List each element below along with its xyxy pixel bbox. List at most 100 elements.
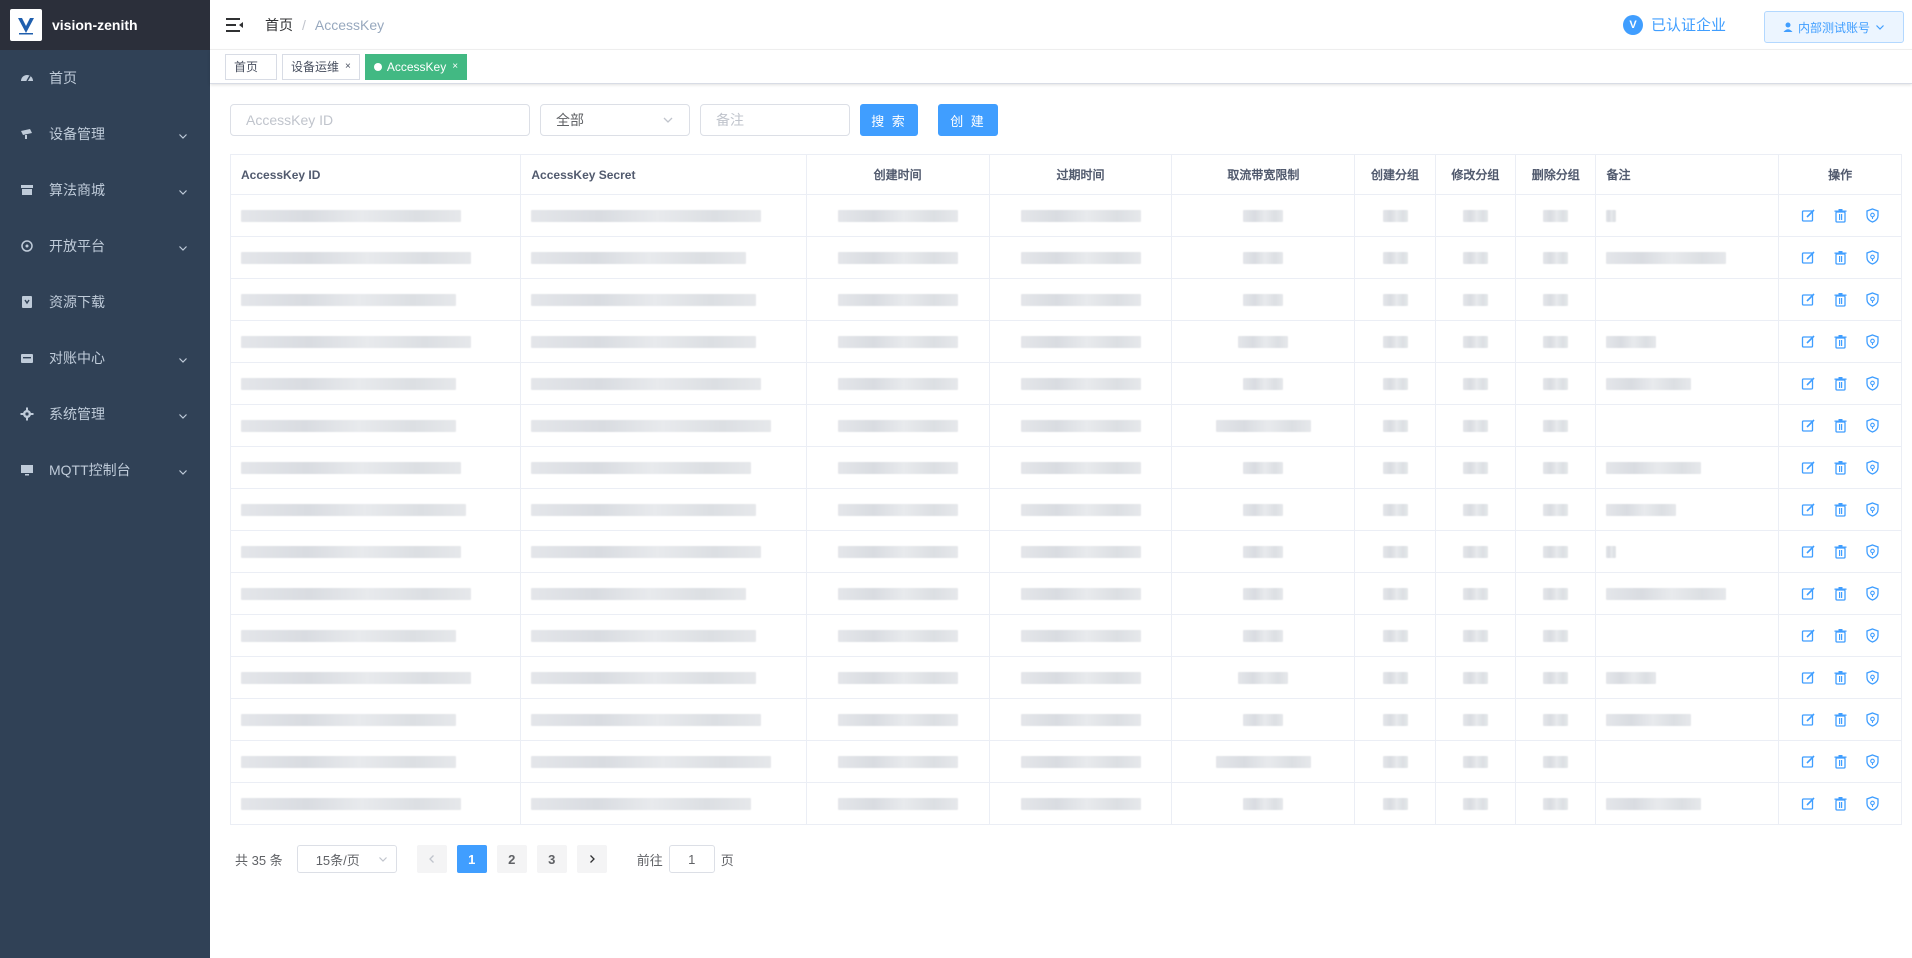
table-cell bbox=[229, 404, 522, 447]
table-cell bbox=[1171, 236, 1356, 279]
prev-page-button[interactable] bbox=[416, 845, 447, 873]
delete-icon[interactable] bbox=[1831, 333, 1849, 351]
shield-icon[interactable] bbox=[1863, 333, 1881, 351]
table-cell bbox=[1434, 614, 1517, 657]
delete-icon[interactable] bbox=[1831, 375, 1849, 393]
shield-icon[interactable] bbox=[1863, 585, 1881, 603]
row-actions bbox=[1778, 530, 1902, 573]
content: AccessKey ID 全部 备注 搜 索 创 建 AccessKey ID A… bbox=[210, 84, 1912, 873]
edit-icon[interactable] bbox=[1799, 543, 1817, 561]
delete-icon[interactable] bbox=[1831, 795, 1849, 813]
shield-icon[interactable] bbox=[1863, 417, 1881, 435]
delete-icon[interactable] bbox=[1831, 249, 1849, 267]
shield-icon[interactable] bbox=[1863, 753, 1881, 771]
shield-icon[interactable] bbox=[1863, 375, 1881, 393]
hamburger-icon[interactable] bbox=[225, 15, 245, 35]
delete-icon[interactable] bbox=[1831, 669, 1849, 687]
table-row bbox=[229, 278, 1902, 321]
redacted-value bbox=[1462, 252, 1488, 265]
tab-2[interactable]: AccessKey × bbox=[364, 53, 468, 80]
shield-icon[interactable] bbox=[1863, 291, 1881, 309]
delete-icon[interactable] bbox=[1831, 627, 1849, 645]
table-cell bbox=[988, 362, 1173, 405]
delete-icon[interactable] bbox=[1831, 543, 1849, 561]
sidebar-item-3[interactable]: 开放平台 bbox=[0, 218, 210, 274]
edit-icon[interactable] bbox=[1799, 417, 1817, 435]
redacted-value bbox=[241, 798, 461, 811]
page-number-button[interactable]: 2 bbox=[496, 845, 527, 873]
table-cell bbox=[988, 614, 1173, 657]
edit-icon[interactable] bbox=[1799, 753, 1817, 771]
breadcrumb-home[interactable]: 首页 bbox=[265, 15, 293, 35]
close-icon[interactable]: × bbox=[345, 61, 351, 72]
row-actions bbox=[1778, 572, 1902, 615]
sidebar-item-7[interactable]: MQTT控制台 bbox=[0, 442, 210, 498]
edit-icon[interactable] bbox=[1799, 249, 1817, 267]
edit-icon[interactable] bbox=[1799, 459, 1817, 477]
row-actions bbox=[1778, 446, 1902, 489]
page-number-button[interactable]: 1 bbox=[456, 845, 487, 873]
shield-icon[interactable] bbox=[1863, 249, 1881, 267]
edit-icon[interactable] bbox=[1799, 795, 1817, 813]
status-select[interactable]: 全部 bbox=[540, 104, 690, 136]
shield-icon[interactable] bbox=[1863, 711, 1881, 729]
sidebar-item-6[interactable]: 系统管理 bbox=[0, 386, 210, 442]
table-cell bbox=[229, 614, 522, 657]
delete-icon[interactable] bbox=[1831, 207, 1849, 225]
tab-1[interactable]: 设备运维 × bbox=[282, 53, 360, 80]
delete-icon[interactable] bbox=[1831, 501, 1849, 519]
redacted-value bbox=[1543, 294, 1569, 307]
shield-icon[interactable] bbox=[1863, 627, 1881, 645]
delete-icon[interactable] bbox=[1831, 459, 1849, 477]
table-cell bbox=[1354, 278, 1436, 321]
shield-icon[interactable] bbox=[1863, 795, 1881, 813]
page-number-button[interactable]: 3 bbox=[536, 845, 567, 873]
edit-icon[interactable] bbox=[1799, 501, 1817, 519]
sidebar-item-5[interactable]: 对账中心 bbox=[0, 330, 210, 386]
shield-icon[interactable] bbox=[1863, 501, 1881, 519]
redacted-value bbox=[1543, 546, 1569, 559]
tab-0[interactable]: 首页 bbox=[225, 53, 278, 80]
redacted-value bbox=[1243, 630, 1284, 643]
sidebar-item-0[interactable]: 首页 bbox=[0, 50, 210, 106]
table-cell bbox=[1434, 278, 1517, 321]
edit-icon[interactable] bbox=[1799, 669, 1817, 687]
delete-icon[interactable] bbox=[1831, 711, 1849, 729]
goto-page-input[interactable]: 1 bbox=[668, 845, 715, 873]
next-page-button[interactable] bbox=[576, 845, 607, 873]
create-button[interactable]: 创 建 bbox=[938, 104, 998, 136]
edit-icon[interactable] bbox=[1799, 375, 1817, 393]
redacted-value bbox=[1462, 672, 1488, 685]
redacted-value bbox=[837, 714, 958, 727]
edit-icon[interactable] bbox=[1799, 585, 1817, 603]
close-icon[interactable]: × bbox=[452, 61, 458, 72]
sidebar-item-2[interactable]: 算法商城 bbox=[0, 162, 210, 218]
edit-icon[interactable] bbox=[1799, 627, 1817, 645]
delete-icon[interactable] bbox=[1831, 753, 1849, 771]
delete-icon[interactable] bbox=[1831, 291, 1849, 309]
edit-icon[interactable] bbox=[1799, 207, 1817, 225]
edit-icon[interactable] bbox=[1799, 333, 1817, 351]
table-cell bbox=[520, 194, 807, 237]
search-button[interactable]: 搜 索 bbox=[860, 104, 918, 136]
accesskey-id-input[interactable]: AccessKey ID bbox=[230, 104, 530, 136]
shield-icon[interactable] bbox=[1863, 459, 1881, 477]
main-area: 首页 / AccessKey V 已认证企业 内部测试账号 首页 设备运维 × Acc… bbox=[210, 0, 1912, 958]
account-button[interactable]: 内部测试账号 bbox=[1764, 11, 1904, 43]
shield-icon[interactable] bbox=[1863, 207, 1881, 225]
page-size-select[interactable]: 15条/页 bbox=[296, 845, 397, 873]
table-cell bbox=[1595, 698, 1780, 741]
table-cell bbox=[1595, 614, 1780, 657]
sidebar-item-1[interactable]: 设备管理 bbox=[0, 106, 210, 162]
logo-bar[interactable]: vision-zenith bbox=[0, 0, 210, 50]
remark-input[interactable]: 备注 bbox=[700, 104, 850, 136]
delete-icon[interactable] bbox=[1831, 417, 1849, 435]
sidebar-item-4[interactable]: 资源下载 bbox=[0, 274, 210, 330]
redacted-value bbox=[1606, 588, 1727, 601]
shield-icon[interactable] bbox=[1863, 543, 1881, 561]
edit-icon[interactable] bbox=[1799, 711, 1817, 729]
delete-icon[interactable] bbox=[1831, 585, 1849, 603]
shield-icon[interactable] bbox=[1863, 669, 1881, 687]
table-cell bbox=[805, 782, 990, 825]
edit-icon[interactable] bbox=[1799, 291, 1817, 309]
